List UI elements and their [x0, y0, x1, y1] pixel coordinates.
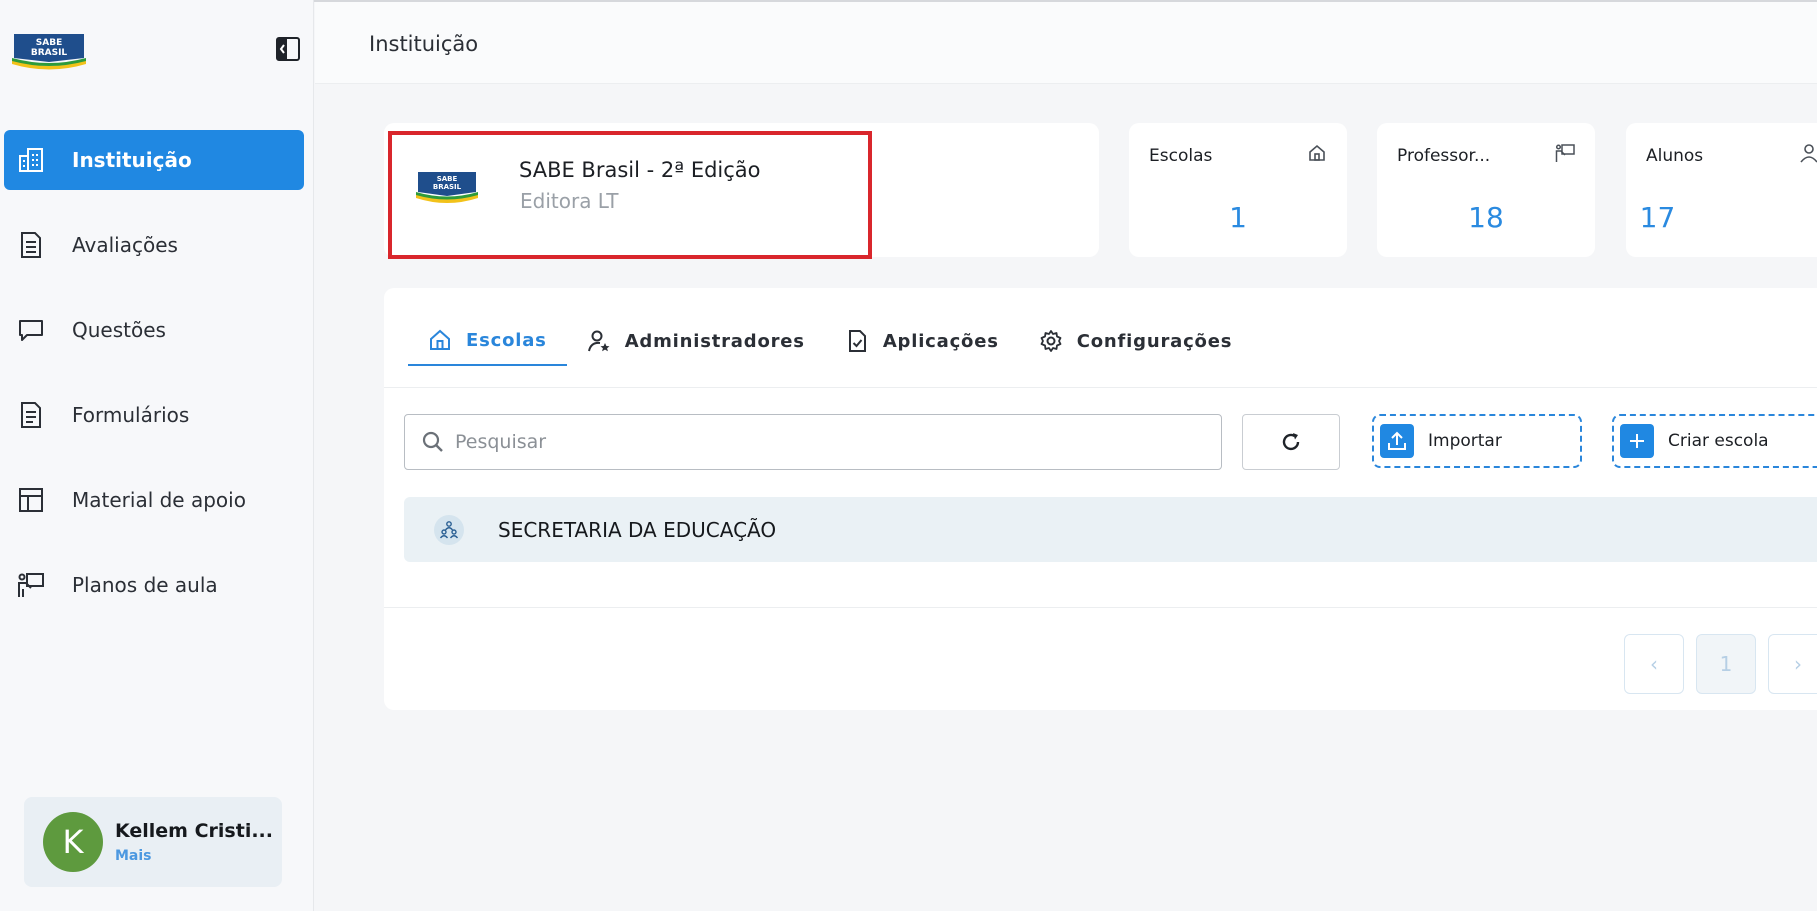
pagination-prev-button[interactable]: ‹ [1624, 634, 1684, 694]
tab-label: Configurações [1076, 330, 1233, 352]
user-name: Kellem Cristi... [115, 820, 273, 842]
schools-panel: Escolas Administradores Aplicações Confi… [384, 288, 1817, 710]
tab-bar: Escolas Administradores Aplicações Confi… [408, 316, 1252, 366]
stat-label: Professor... [1397, 146, 1491, 166]
tab-configuracoes[interactable]: Configurações [1019, 316, 1252, 366]
form-icon [16, 400, 46, 430]
teacher-board-icon [1555, 144, 1575, 162]
institution-name: SABE Brasil - 2ª Edição [519, 158, 761, 182]
sidebar-item-questoes[interactable]: Questões [4, 300, 304, 360]
tab-escolas[interactable]: Escolas [408, 316, 567, 366]
sabe-brasil-logo[interactable]: SABE BRASIL [10, 28, 88, 72]
sidebar-item-label: Instituição [72, 148, 192, 172]
layout-icon [16, 485, 46, 515]
home-icon [1309, 144, 1325, 161]
user-star-icon [587, 329, 611, 353]
institution-logo: SABE BRASIL [416, 172, 478, 203]
create-school-button-label: Criar escola [1668, 431, 1769, 451]
search-input[interactable] [455, 431, 1155, 453]
teacher-board-icon [16, 570, 46, 600]
chevron-right-icon: › [1794, 652, 1802, 676]
stat-value: 17 [1639, 201, 1676, 234]
tab-label: Aplicações [882, 330, 999, 352]
svg-text:BRASIL: BRASIL [433, 183, 462, 191]
sidebar-item-label: Questões [72, 318, 166, 342]
upload-icon [1380, 424, 1414, 458]
people-group-icon [434, 514, 464, 545]
tab-administradores[interactable]: Administradores [567, 316, 825, 366]
stat-card-alunos: Alunos 17 [1626, 123, 1817, 257]
search-icon [422, 431, 443, 452]
sidebar-collapse-icon [276, 37, 300, 61]
user-menu[interactable]: K Kellem Cristi... Mais [24, 797, 282, 887]
page-header: Instituição [315, 2, 1817, 84]
list-item[interactable]: SECRETARIA DA EDUCAÇÃO [404, 497, 1817, 562]
chat-icon [16, 315, 46, 345]
divider [384, 387, 1817, 388]
chevron-left-icon: ‹ [1650, 652, 1658, 676]
sidebar-item-planos-de-aula[interactable]: Planos de aula [4, 555, 304, 615]
sidebar-item-label: Formulários [72, 403, 190, 427]
institution-card [384, 123, 1099, 257]
tab-label: Administradores [624, 330, 805, 352]
pagination-next-button[interactable]: › [1768, 634, 1817, 694]
tab-aplicacoes[interactable]: Aplicações [825, 316, 1019, 366]
stat-label: Alunos [1646, 146, 1704, 166]
stat-value: 1 [1229, 201, 1247, 234]
stat-card-professores: Professor... 18 [1377, 123, 1595, 257]
sidebar-item-material-de-apoio[interactable]: Material de apoio [4, 470, 304, 530]
pagination-page-1[interactable]: 1 [1696, 634, 1756, 694]
refresh-icon [1282, 433, 1300, 451]
building-icon [16, 145, 46, 175]
file-check-icon [845, 329, 869, 353]
sidebar-item-label: Avaliações [72, 233, 178, 257]
sidebar-item-formularios[interactable]: Formulários [4, 385, 304, 445]
stat-card-escolas: Escolas 1 [1129, 123, 1347, 257]
search-field[interactable] [404, 414, 1222, 470]
plus-icon [1620, 424, 1654, 458]
document-icon [16, 230, 46, 260]
svg-text:SABE: SABE [437, 175, 458, 183]
import-button[interactable]: Importar [1372, 414, 1582, 468]
create-school-button[interactable]: Criar escola [1612, 414, 1817, 468]
sidebar: SABE BRASIL Instituição Avaliações Quest [0, 0, 314, 911]
import-button-label: Importar [1428, 431, 1502, 451]
svg-text:SABE: SABE [36, 38, 62, 48]
svg-text:BRASIL: BRASIL [31, 48, 68, 58]
home-icon [428, 328, 452, 352]
divider [384, 607, 1817, 608]
sidebar-item-label: Planos de aula [72, 573, 218, 597]
stat-label: Escolas [1149, 146, 1213, 166]
list-item-label: SECRETARIA DA EDUCAÇÃO [498, 517, 777, 542]
sidebar-item-label: Material de apoio [72, 488, 246, 512]
page-number: 1 [1719, 652, 1733, 676]
gear-icon [1039, 329, 1063, 353]
user-icon [1800, 144, 1817, 163]
sidebar-item-instituicao[interactable]: Instituição [4, 130, 304, 190]
sidebar-collapse-button[interactable] [275, 36, 301, 62]
institution-subtitle: Editora LT [520, 189, 619, 213]
sidebar-item-avaliacoes[interactable]: Avaliações [4, 215, 304, 275]
refresh-button[interactable] [1242, 414, 1340, 470]
sidebar-nav: Instituição Avaliações Questões Formulár… [4, 130, 304, 640]
avatar: K [43, 812, 103, 872]
tab-label: Escolas [466, 329, 547, 351]
user-more-link[interactable]: Mais [115, 848, 273, 864]
page-title: Instituição [369, 32, 479, 56]
